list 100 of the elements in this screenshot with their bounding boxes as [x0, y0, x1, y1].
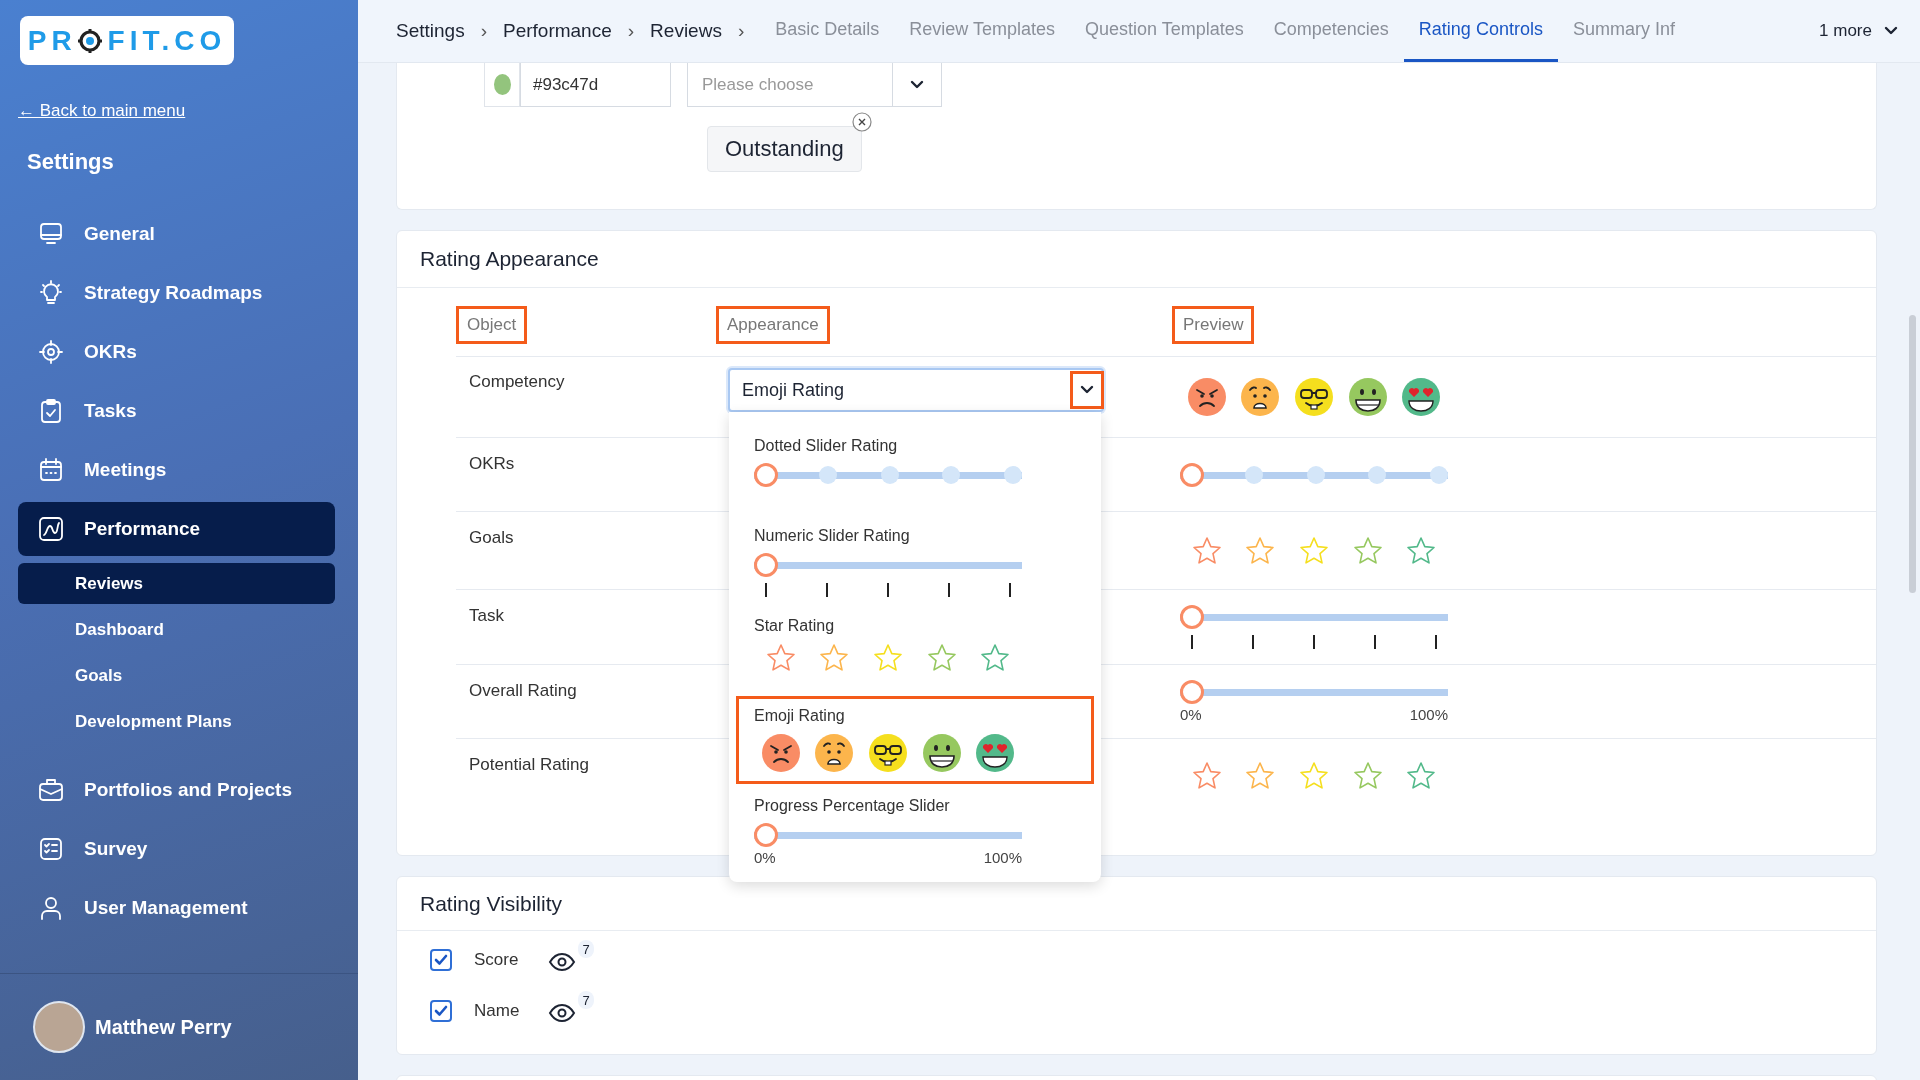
star-icon[interactable]: [1245, 761, 1276, 791]
tick-mark: [826, 583, 828, 597]
user-name: Matthew Perry: [95, 1015, 232, 1039]
color-dot: [493, 74, 511, 95]
back-link[interactable]: ← Back to main menu: [18, 101, 186, 121]
star-icon[interactable]: [765, 643, 796, 673]
object-label: Goals: [468, 527, 514, 548]
scrollbar[interactable]: [1909, 315, 1916, 593]
clipboard-check-icon: [38, 398, 64, 424]
tick-mark: [765, 583, 767, 597]
briefcase-icon: [38, 777, 64, 803]
dropdown-option[interactable]: Dotted Slider Rating: [736, 426, 1094, 514]
avatar[interactable]: [33, 1001, 85, 1053]
chevron-down-icon: [1884, 26, 1898, 36]
slider-min-label: 0%: [1180, 706, 1202, 723]
slider-step-dot: [1430, 465, 1448, 484]
select-field[interactable]: Please choose: [687, 63, 942, 107]
breadcrumb-separator: ›: [737, 19, 745, 43]
option-label: Emoji Rating: [754, 707, 846, 725]
breadcrumb-link[interactable]: Reviews: [650, 0, 722, 62]
slider-max-label: 100%: [1409, 706, 1448, 723]
dropdown-option[interactable]: Numeric Slider Rating: [736, 516, 1094, 604]
slider-thumb[interactable]: [754, 463, 778, 487]
star-icon[interactable]: [926, 643, 957, 673]
sidebar-item[interactable]: OKRs: [18, 325, 335, 379]
slider-thumb[interactable]: [754, 553, 778, 577]
close-icon[interactable]: [851, 112, 872, 132]
slider-max-label: 100%: [983, 849, 1022, 866]
tick-mark: [1191, 635, 1193, 649]
star-icon[interactable]: [1352, 535, 1383, 566]
sidebar-item[interactable]: Survey: [18, 822, 335, 876]
slider-thumb[interactable]: [1180, 605, 1204, 629]
sidebar-title: Settings: [27, 149, 114, 175]
star-icon[interactable]: [1406, 535, 1437, 566]
checkbox[interactable]: [430, 1000, 452, 1022]
checkbox-label: Name: [474, 1001, 521, 1021]
star-icon[interactable]: [1191, 761, 1222, 791]
section-title: Rating Visibility: [397, 877, 1876, 931]
slider-thumb[interactable]: [1180, 680, 1204, 704]
star-icon[interactable]: [980, 643, 1011, 673]
star-icon[interactable]: [1245, 535, 1276, 566]
star-icon[interactable]: [873, 643, 903, 673]
sidebar-subitem[interactable]: Dashboard: [18, 609, 335, 650]
person-icon: [38, 895, 64, 921]
slider-step-dot: [880, 466, 899, 484]
dropdown-option[interactable]: Progress Percentage Slider 0% 100%: [736, 786, 1094, 874]
tab[interactable]: Competencies: [1258, 0, 1404, 62]
sidebar-item[interactable]: General: [18, 207, 335, 261]
tick-mark: [1009, 583, 1011, 597]
sidebar-item[interactable]: Portfolios and Projects: [18, 763, 335, 817]
slider-thumb[interactable]: [1180, 462, 1204, 487]
angry-face-icon: [1186, 376, 1227, 417]
eye-icon[interactable]: [548, 952, 576, 972]
input-field[interactable]: #93c47d: [520, 63, 671, 107]
sidebar-item[interactable]: Strategy Roadmaps: [18, 266, 335, 320]
tick-mark: [1435, 635, 1437, 649]
dropdown-option[interactable]: Star Rating: [736, 606, 1094, 694]
nerd-face-icon: [868, 733, 908, 773]
checkmark-icon: [434, 954, 448, 966]
sidebar-subitem[interactable]: Development Plans: [18, 701, 335, 742]
star-icon[interactable]: [1352, 761, 1383, 791]
tab[interactable]: Question Templates: [1070, 0, 1259, 62]
count-badge: 7: [578, 991, 594, 1009]
slider-step-dot: [818, 466, 837, 484]
sidebar-item[interactable]: Performance: [18, 502, 335, 556]
tab[interactable]: Basic Details: [760, 0, 895, 62]
select-field[interactable]: Emoji Rating: [728, 368, 1104, 412]
slider-step-dot: [1306, 465, 1325, 484]
checklist-icon: [38, 836, 64, 862]
eye-icon[interactable]: [548, 1003, 576, 1023]
object-label: Overall Rating: [468, 680, 577, 701]
star-icon[interactable]: [1406, 761, 1437, 791]
checkbox[interactable]: [430, 949, 452, 971]
nerd-face-icon: [1294, 376, 1334, 417]
star-icon[interactable]: [1191, 535, 1222, 566]
tab[interactable]: Summary Inf: [1557, 0, 1690, 62]
tag-chip[interactable]: Outstanding: [707, 126, 862, 172]
object-label: Competency: [468, 371, 565, 392]
sidebar-subitem[interactable]: Reviews: [18, 563, 335, 604]
sidebar-item[interactable]: Tasks: [18, 384, 335, 438]
dropdown-option[interactable]: Emoji Rating: [736, 696, 1094, 784]
star-icon[interactable]: [1299, 535, 1329, 566]
breadcrumb-link[interactable]: Performance: [503, 0, 612, 62]
tab[interactable]: Review Templates: [894, 0, 1070, 62]
color-swatch-cell[interactable]: [484, 63, 520, 107]
chevron-down-icon: [910, 79, 924, 90]
sidebar-subitem[interactable]: Goals: [18, 655, 335, 696]
star-icon[interactable]: [819, 643, 850, 673]
sidebar-item[interactable]: User Management: [18, 881, 335, 935]
star-icon[interactable]: [1299, 761, 1329, 791]
slider-thumb[interactable]: [754, 823, 778, 847]
worried-face-icon: [1240, 376, 1281, 417]
breadcrumb-link[interactable]: Settings: [396, 0, 465, 62]
chevron-down-icon: [1080, 385, 1094, 395]
object-label: Potential Rating: [468, 754, 590, 775]
object-label: Task: [468, 605, 504, 626]
sidebar-item[interactable]: Meetings: [18, 443, 335, 497]
dropdown-toggle[interactable]: [1070, 371, 1104, 409]
section-title: Rating Appearance: [397, 231, 1876, 288]
logo[interactable]: PR FIT.CO: [20, 16, 234, 65]
